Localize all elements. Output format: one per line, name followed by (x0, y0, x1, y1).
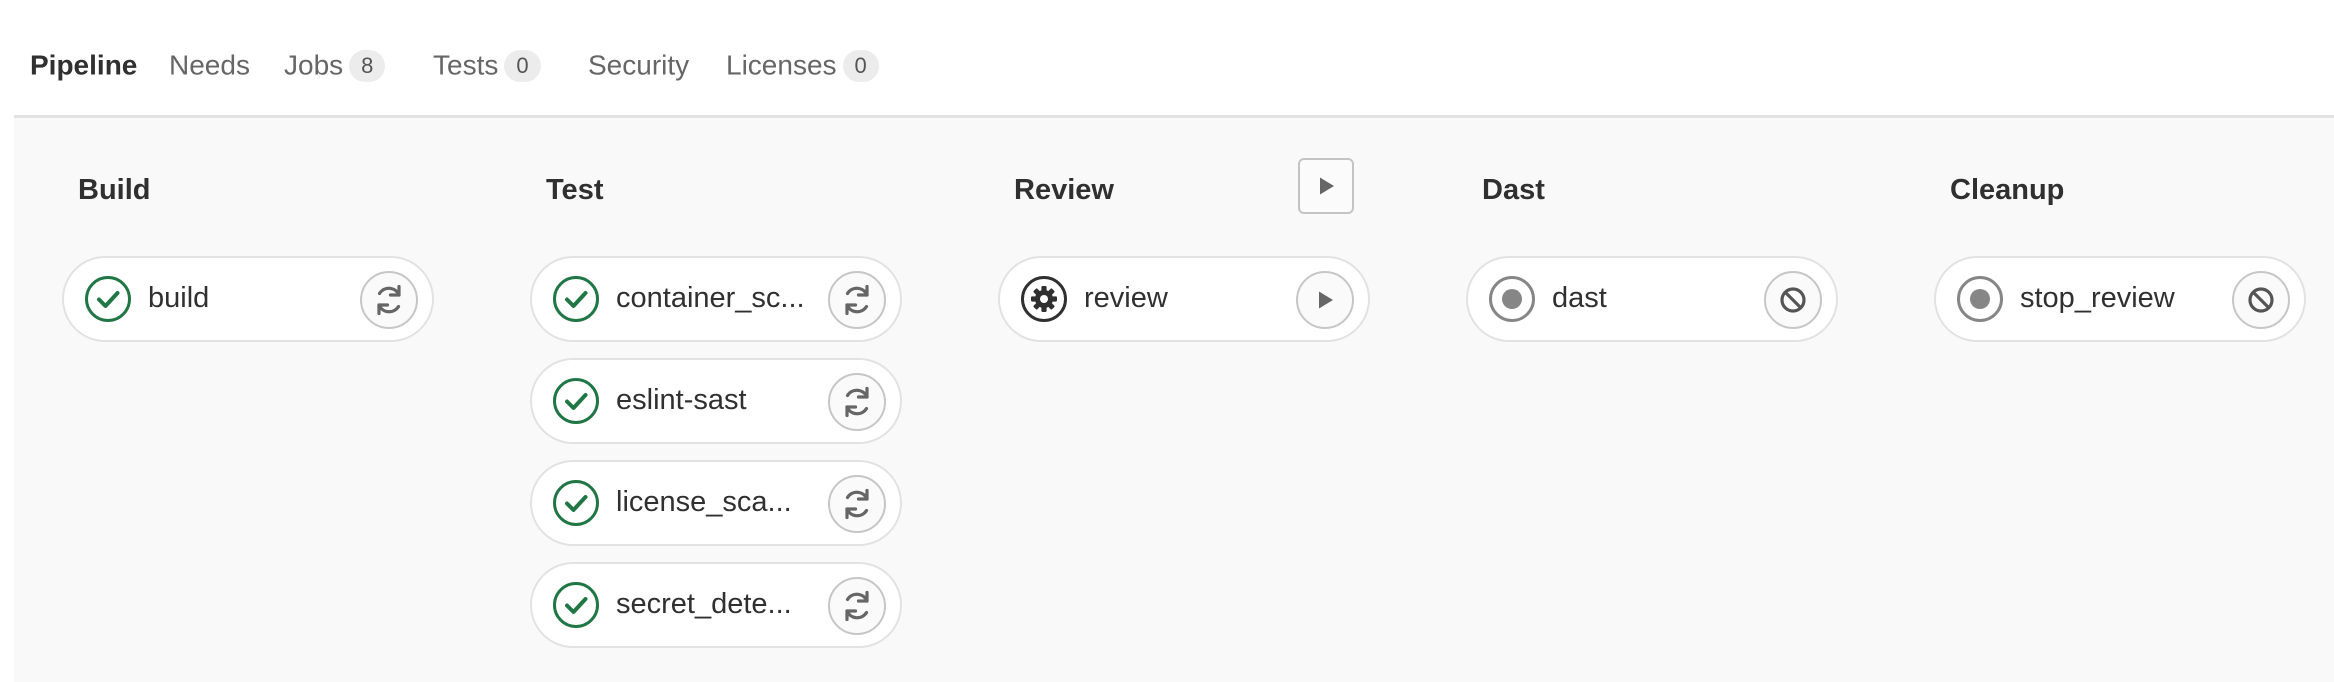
tab-label: Pipeline (30, 49, 138, 81)
job-item[interactable]: license_sca... (530, 460, 902, 546)
status-skipped-icon (1488, 275, 1536, 323)
tab-needs[interactable]: Needs (169, 48, 250, 118)
stage-play-all-button[interactable] (1298, 158, 1354, 214)
job-item[interactable]: review (998, 256, 1370, 342)
tab-label: Licenses (726, 49, 837, 81)
stage-cleanup: Cleanup stop_review (1934, 118, 2322, 682)
cancel-button[interactable] (1764, 271, 1822, 329)
play-icon (1315, 175, 1337, 197)
job-name: secret_dete... (616, 588, 792, 620)
cancel-button[interactable] (2232, 271, 2290, 329)
tab-licenses[interactable]: Licenses 0 (726, 48, 879, 118)
play-button[interactable] (1296, 271, 1354, 329)
status-success-icon (552, 377, 600, 425)
retry-button[interactable] (828, 577, 886, 635)
licenses-count-badge: 0 (842, 49, 879, 82)
job-item[interactable]: eslint-sast (530, 358, 902, 444)
tab-label: Jobs (284, 49, 344, 81)
job-item[interactable]: build (62, 256, 434, 342)
retry-icon (372, 283, 406, 317)
stage-title: Review (1014, 174, 1114, 206)
stage-review: Review review (998, 118, 1386, 682)
tab-tests[interactable]: Tests 0 (433, 48, 541, 118)
tests-count-badge: 0 (504, 49, 541, 82)
retry-icon (840, 283, 874, 317)
job-item[interactable]: container_sc... (530, 256, 902, 342)
status-success-icon (84, 275, 132, 323)
job-item[interactable]: dast (1466, 256, 1838, 342)
stage-title: Test (546, 174, 604, 206)
tab-pipeline[interactable]: Pipeline (13, 48, 154, 121)
stage-build: Build build (62, 118, 450, 682)
job-name: eslint-sast (616, 384, 747, 416)
job-name: license_sca... (616, 486, 792, 518)
play-icon (1314, 289, 1336, 311)
job-name: stop_review (2020, 282, 2175, 314)
status-success-icon (552, 275, 600, 323)
pipeline-graph: Build build Test container_sc... eslint-sast… (14, 118, 2334, 682)
status-success-icon (552, 581, 600, 629)
retry-icon (840, 385, 874, 419)
status-manual-icon (1020, 275, 1068, 323)
jobs-count-badge: 8 (349, 49, 386, 82)
stage-title: Build (78, 174, 151, 206)
stage-dast: Dast dast (1466, 118, 1854, 682)
retry-button[interactable] (828, 271, 886, 329)
stage-test: Test container_sc... eslint-sast license_sc… (530, 118, 918, 682)
retry-button[interactable] (828, 373, 886, 431)
retry-button[interactable] (828, 475, 886, 533)
tab-label: Security (588, 49, 690, 81)
cancel-icon (2246, 285, 2276, 315)
job-name: review (1084, 282, 1168, 314)
job-item[interactable]: stop_review (1934, 256, 2306, 342)
status-skipped-icon (1956, 275, 2004, 323)
tab-jobs[interactable]: Jobs 8 (284, 48, 386, 118)
stage-title: Dast (1482, 174, 1545, 206)
retry-icon (840, 487, 874, 521)
tab-security[interactable]: Security (588, 48, 689, 118)
cancel-icon (1778, 285, 1808, 315)
job-name: container_sc... (616, 282, 805, 314)
retry-button[interactable] (360, 271, 418, 329)
job-item[interactable]: secret_dete... (530, 562, 902, 648)
job-name: dast (1552, 282, 1607, 314)
retry-icon (840, 589, 874, 623)
status-success-icon (552, 479, 600, 527)
tab-label: Tests (433, 49, 499, 81)
tab-label: Needs (169, 49, 250, 81)
stage-title: Cleanup (1950, 174, 2065, 206)
pipeline-tabs: Pipeline Needs Jobs 8 Tests 0 Security Lic… (13, 0, 2334, 121)
job-name: build (148, 282, 210, 314)
